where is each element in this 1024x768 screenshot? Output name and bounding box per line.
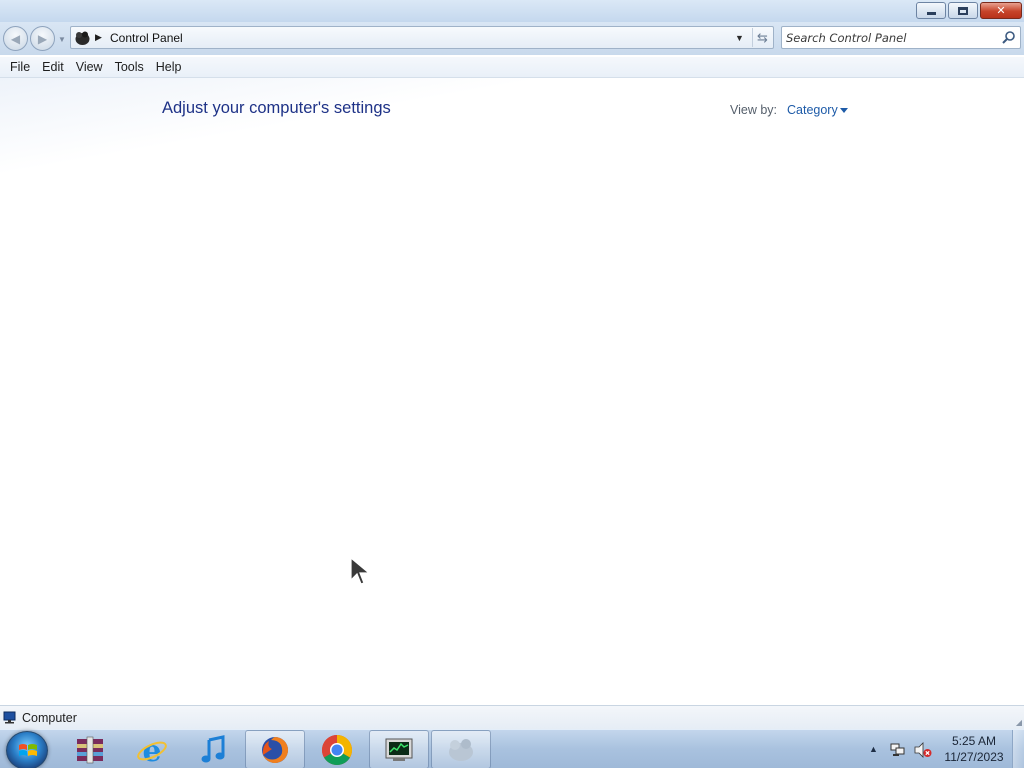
view-by-dropdown[interactable]: Category bbox=[787, 103, 838, 117]
close-button[interactable]: ✕ bbox=[980, 2, 1022, 19]
menu-help[interactable]: Help bbox=[150, 60, 188, 74]
volume-muted-icon[interactable] bbox=[914, 742, 932, 758]
start-button[interactable] bbox=[6, 731, 48, 768]
taskbar-task-manager[interactable] bbox=[369, 730, 429, 768]
restore-button[interactable] bbox=[948, 2, 978, 19]
svg-text:e: e bbox=[142, 734, 161, 766]
windows-logo-icon bbox=[19, 744, 37, 756]
restore-icon bbox=[958, 6, 968, 15]
show-hidden-icons-button[interactable]: ▲ bbox=[869, 744, 878, 754]
refresh-button[interactable]: ⇆ bbox=[752, 28, 772, 47]
window-titlebar: ✕ bbox=[0, 0, 1024, 22]
status-text: Computer bbox=[22, 711, 77, 725]
caption-buttons: ✕ bbox=[916, 2, 1022, 19]
back-arrow-icon: ◀ bbox=[10, 31, 21, 46]
menu-view[interactable]: View bbox=[70, 60, 109, 74]
mouse-cursor-icon bbox=[350, 556, 371, 585]
view-by-label: View by: bbox=[730, 103, 778, 117]
control-panel-content: Adjust your computer's settings View by:… bbox=[0, 78, 1024, 705]
refresh-icon: ⇆ bbox=[757, 29, 768, 45]
breadcrumb-control-panel[interactable]: Control Panel bbox=[110, 31, 183, 45]
system-clock[interactable]: 5:25 AM 11/27/2023 bbox=[938, 733, 1010, 765]
forward-button[interactable]: ▶ bbox=[30, 26, 55, 51]
recent-pages-button[interactable]: ▼ bbox=[58, 35, 66, 44]
taskbar-chrome[interactable] bbox=[307, 730, 367, 768]
network-icon[interactable] bbox=[890, 742, 906, 757]
computer-icon bbox=[3, 711, 16, 724]
control-panel-icon bbox=[449, 738, 473, 761]
search-icon[interactable] bbox=[1001, 30, 1016, 45]
control-panel-icon bbox=[75, 31, 90, 45]
firefox-icon bbox=[262, 736, 288, 763]
forward-arrow-icon: ▶ bbox=[37, 31, 48, 46]
search-input[interactable] bbox=[786, 29, 996, 46]
taskbar-control-panel[interactable] bbox=[431, 730, 491, 768]
page-title: Adjust your computer's settings bbox=[162, 99, 391, 117]
taskbar: e ▲ 5:25 AM 11/27/2023 bbox=[0, 729, 1024, 768]
menu-tools[interactable]: Tools bbox=[109, 60, 150, 74]
task-manager-icon bbox=[385, 738, 413, 761]
show-desktop-button[interactable] bbox=[1012, 730, 1024, 768]
winrar-icon bbox=[77, 736, 103, 763]
clock-time: 5:25 AM bbox=[951, 734, 997, 748]
taskbar-winrar[interactable] bbox=[60, 730, 120, 768]
menu-edit[interactable]: Edit bbox=[36, 60, 70, 74]
status-bar: Computer ◢ bbox=[0, 705, 1024, 729]
address-dropdown-icon[interactable]: ▼ bbox=[735, 33, 744, 43]
back-button[interactable]: ◀ bbox=[3, 26, 28, 51]
address-bar[interactable]: ▶ Control Panel ▼ ⇆ bbox=[70, 26, 774, 49]
minimize-button[interactable] bbox=[916, 2, 946, 19]
minimize-icon bbox=[926, 11, 936, 15]
clock-date: 11/27/2023 bbox=[944, 750, 1004, 764]
menu-file[interactable]: File bbox=[4, 60, 36, 74]
taskbar-internet-explorer[interactable]: e bbox=[122, 730, 182, 768]
taskbar-firefox[interactable] bbox=[245, 730, 305, 768]
navigation-bar: ◀ ▶ ▼ ▶ Control Panel ▼ ⇆ bbox=[0, 22, 1024, 55]
search-box[interactable] bbox=[781, 26, 1021, 49]
taskbar-itunes[interactable] bbox=[183, 730, 243, 768]
internet-explorer-icon: e bbox=[137, 734, 167, 766]
resize-grip-icon[interactable]: ◢ bbox=[1016, 718, 1022, 727]
itunes-icon bbox=[201, 734, 225, 762]
view-by-caret-icon[interactable] bbox=[840, 108, 848, 113]
chrome-icon bbox=[321, 734, 353, 765]
close-icon: ✕ bbox=[996, 5, 1006, 17]
breadcrumb-separator-icon[interactable]: ▶ bbox=[95, 32, 102, 43]
menu-bar: File Edit View Tools Help bbox=[0, 57, 1024, 78]
